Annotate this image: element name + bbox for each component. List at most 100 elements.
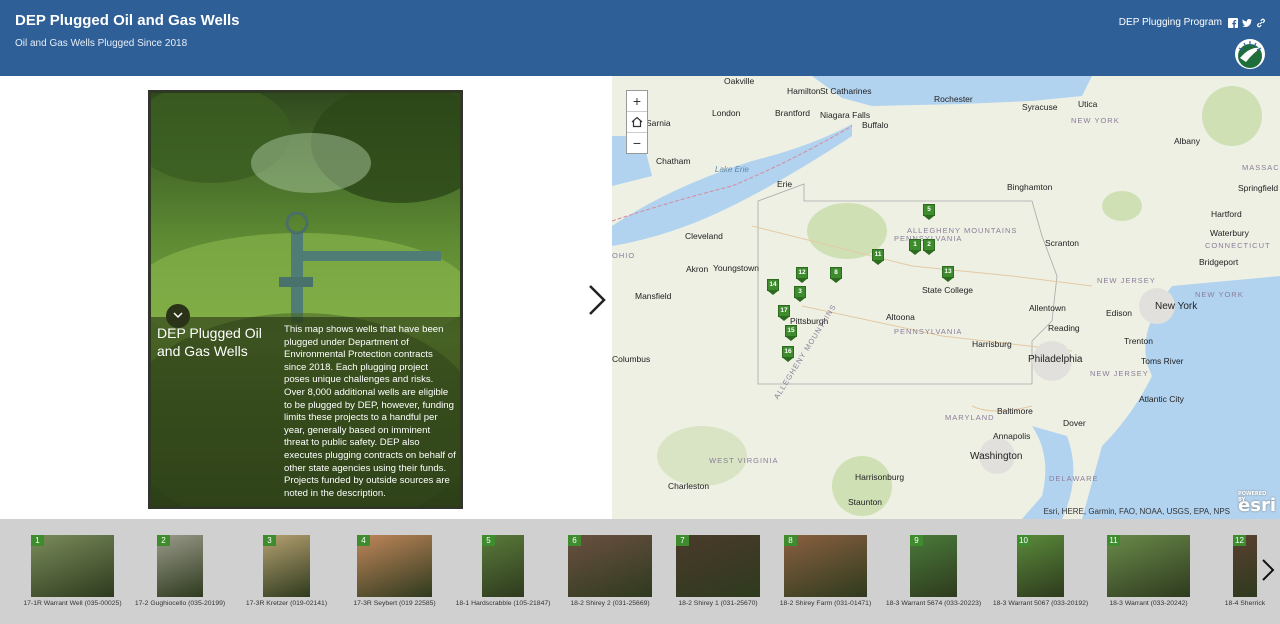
- thumbnail-number: 2: [157, 535, 170, 546]
- carousel-thumbnail[interactable]: 1 17-1R Warrant Well (035-00025): [23, 535, 123, 608]
- carousel-thumbnail[interactable]: 7 18-2 Shirey 1 (031-25670): [668, 535, 768, 608]
- map-label: Altoona: [886, 312, 915, 322]
- map-label: NEW YORK: [1071, 116, 1120, 125]
- carousel-thumbnail[interactable]: 12 18-4 Sherrick: [1215, 535, 1275, 608]
- thumbnail-label: 17-3R Kretzer (019-02141): [245, 600, 328, 607]
- carousel-thumbnail[interactable]: 4 17-3R Seybert (019 22585): [345, 535, 445, 608]
- well-marker[interactable]: 3: [794, 286, 806, 302]
- social-links: [1228, 17, 1266, 28]
- thumbnail-number: 4: [357, 535, 370, 546]
- carousel-thumbnail[interactable]: 2 17-2 Gughiocello (035-20199): [130, 535, 230, 608]
- thumbnail-number: 10: [1017, 535, 1030, 546]
- carousel-thumbnail[interactable]: 3 17-3R Kretzer (019-02141): [237, 535, 337, 608]
- well-marker[interactable]: 12: [796, 267, 808, 283]
- well-marker[interactable]: 2: [923, 239, 935, 255]
- well-marker-number: 1: [909, 239, 921, 251]
- well-marker-number: 5: [923, 204, 935, 216]
- thumbnail-image: 1: [31, 535, 114, 597]
- map-view[interactable]: Oakville Hamilton St Catharines Rochester Sy…: [612, 76, 1280, 519]
- map-label: Harrisonburg: [855, 472, 905, 482]
- map-label: Springfield: [1238, 183, 1279, 193]
- map-label: MASSACH: [1242, 163, 1280, 172]
- map-label: Youngstown: [713, 263, 760, 273]
- well-marker-number: 12: [796, 267, 808, 279]
- carousel-thumbnail[interactable]: 5 18-1 Hardscrabble (105-21847): [453, 535, 553, 608]
- well-marker-number: 13: [942, 266, 954, 278]
- map-label: Washington: [970, 451, 1023, 462]
- home-icon: [631, 116, 643, 128]
- well-marker[interactable]: 5: [923, 204, 935, 220]
- map-label: London: [712, 108, 741, 118]
- well-marker[interactable]: 1: [909, 239, 921, 255]
- thumbnail-label: 17-2 Gughiocello (035-20199): [134, 600, 226, 607]
- thumbnail-image: 4: [357, 535, 432, 597]
- carousel-thumbnail[interactable]: 11 18-3 Warrant (033-20242): [1099, 535, 1199, 608]
- thumbnail-image: 12: [1233, 535, 1257, 597]
- thumbnail-number: 5: [482, 535, 495, 546]
- thumbnail-image: 5: [482, 535, 524, 597]
- map-label: Mansfield: [635, 291, 672, 301]
- facebook-icon[interactable]: [1228, 17, 1238, 28]
- thumbnail-label: 18-4 Sherrick: [1224, 600, 1266, 607]
- thumbnail-number: 9: [910, 535, 923, 546]
- thumbnail-label: 18-2 Shirey Farm (031-01471): [779, 600, 872, 607]
- well-marker[interactable]: 16: [782, 346, 794, 362]
- well-marker[interactable]: 8: [830, 267, 842, 283]
- thumbnail-number: 1: [31, 535, 44, 546]
- carousel-thumbnail[interactable]: 8 18-2 Shirey Farm (031-01471): [776, 535, 876, 608]
- carousel-thumbnail[interactable]: 10 18-3 Warrant 5067 (033-20192): [991, 535, 1091, 608]
- well-marker-number: 17: [778, 305, 790, 317]
- well-marker-number: 2: [923, 239, 935, 251]
- zoom-out-button[interactable]: −: [627, 133, 647, 153]
- thumbnail-label: 18-3 Warrant 5674 (033-20223): [885, 600, 982, 607]
- program-link[interactable]: DEP Plugging Program: [1119, 17, 1222, 28]
- map-label: Sarnia: [646, 118, 671, 128]
- thumbnail-image: 10: [1017, 535, 1064, 597]
- map-label: Staunton: [848, 497, 883, 507]
- well-marker[interactable]: 15: [785, 325, 797, 341]
- esri-logo: POWERED BY esri: [1238, 491, 1276, 516]
- thumbnail-label: 17-1R Warrant Well (035-00025): [23, 600, 122, 607]
- header-links: DEP Plugging Program: [1119, 17, 1266, 28]
- map-label: NEW YORK: [1195, 290, 1244, 299]
- well-marker-number: 16: [782, 346, 794, 358]
- map-label: Reading: [1048, 323, 1080, 333]
- map-label: Hartford: [1211, 209, 1242, 219]
- map-label: Baltimore: [997, 406, 1033, 416]
- well-marker[interactable]: 17: [778, 305, 790, 321]
- map-label: MARYLAND: [945, 413, 995, 422]
- thumbnail-label: 18-3 Warrant (033-20242): [1109, 600, 1188, 607]
- well-marker[interactable]: 11: [872, 249, 884, 265]
- map-label: Columbus: [612, 354, 651, 364]
- map-label: Akron: [686, 264, 709, 274]
- map-label: Cleveland: [685, 231, 723, 241]
- map-label: Trenton: [1124, 336, 1153, 346]
- thumbnail-label: 18-2 Shirey 1 (031-25670): [678, 600, 758, 607]
- map-label: Buffalo: [862, 120, 889, 130]
- link-icon[interactable]: [1256, 18, 1266, 28]
- map-label: Chatham: [656, 156, 691, 166]
- map-label: Bridgeport: [1199, 257, 1239, 267]
- twitter-icon[interactable]: [1242, 18, 1252, 28]
- carousel-thumbnail[interactable]: 9 18-3 Warrant 5674 (033-20223): [884, 535, 984, 608]
- map-label: OHIO: [612, 251, 636, 260]
- thumbnail-number: 6: [568, 535, 581, 546]
- next-slide-arrow-icon[interactable]: [585, 282, 609, 318]
- map-label: Toms River: [1141, 356, 1184, 366]
- well-marker-number: 15: [785, 325, 797, 337]
- map-label: NEW JERSEY: [1090, 369, 1149, 378]
- map-label: Charleston: [668, 481, 710, 491]
- well-marker[interactable]: 14: [767, 279, 779, 295]
- carousel-thumbnail[interactable]: 6 18-2 Shirey 2 (031-25669): [560, 535, 660, 608]
- thumbnail-image: 11: [1107, 535, 1190, 597]
- marker-pin-icon: [831, 279, 841, 283]
- thumbnail-number: 8: [784, 535, 797, 546]
- map-label: Edison: [1106, 308, 1132, 318]
- zoom-in-button[interactable]: +: [627, 91, 647, 112]
- well-marker[interactable]: 13: [942, 266, 954, 282]
- map-label: Dover: [1063, 418, 1086, 428]
- map-label: Philadelphia: [1028, 354, 1083, 365]
- home-button[interactable]: [627, 112, 647, 133]
- map-label: Atlantic City: [1139, 394, 1184, 404]
- marker-pin-icon: [943, 278, 953, 282]
